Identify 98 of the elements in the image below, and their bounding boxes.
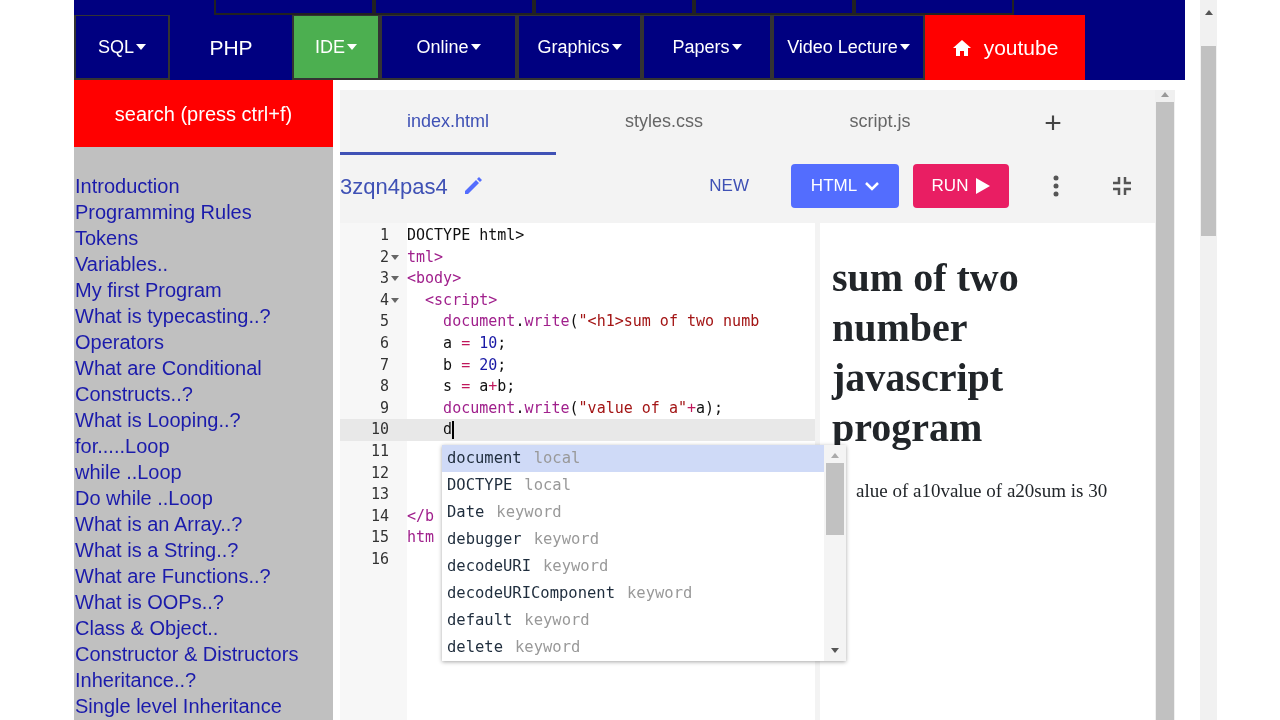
collapse-icon: [1112, 176, 1132, 196]
suggestion-item[interactable]: document local: [442, 445, 824, 472]
sidebar-link[interactable]: for.....Loop: [75, 433, 333, 459]
line-number: 7: [379, 354, 389, 376]
sidebar-link[interactable]: What is a String..?: [75, 537, 333, 563]
play-icon: [976, 178, 991, 194]
code-line: s = a+b;: [442, 377, 516, 396]
nav-menu-button[interactable]: Online: [380, 15, 517, 80]
suggestion-item[interactable]: delete keyword: [442, 634, 824, 661]
line-number: 11: [370, 440, 389, 462]
sidebar-link[interactable]: My first Program: [75, 277, 333, 303]
sidebar-link[interactable]: Programming Rules: [75, 199, 333, 225]
sidebar-link[interactable]: What is Looping..?: [75, 407, 333, 433]
code-line: b = 20;: [442, 355, 507, 374]
chevron-icon: [865, 181, 880, 191]
code-line: </b: [407, 506, 435, 525]
line-number: 13: [370, 484, 389, 506]
sidebar-link[interactable]: Introduction: [75, 173, 333, 199]
caret-icon: [470, 44, 481, 50]
preview-text: alue of a10value of a20sum is 30: [855, 479, 1109, 503]
run-button[interactable]: RUN: [913, 164, 1009, 208]
code-line: htm: [407, 528, 435, 547]
menu-button[interactable]: [534, 0, 694, 15]
sidebar-link[interactable]: Variables..: [75, 251, 333, 277]
more-icon: [1053, 175, 1059, 197]
caret-icon: [899, 44, 910, 50]
line-number: 6: [379, 332, 389, 354]
nav-menu-button[interactable]: SQL: [74, 15, 170, 80]
suggestion-item[interactable]: default keyword: [442, 607, 824, 634]
line-number: 3: [379, 268, 389, 290]
sidebar-link[interactable]: Operators: [75, 329, 333, 355]
sidebar-link[interactable]: What is OOPs..?: [75, 589, 333, 615]
code-line: <body>: [407, 269, 462, 288]
nav-menu-button[interactable]: Video Lecture: [772, 15, 925, 80]
caret-icon: [611, 44, 622, 50]
language-button[interactable]: HTML: [791, 164, 899, 208]
code-line: document.write("value of a"+a);: [442, 398, 724, 417]
line-number: 12: [370, 462, 389, 484]
file-tab[interactable]: styles.css: [556, 90, 772, 155]
scroll-down-icon[interactable]: [830, 647, 840, 655]
fold-icon[interactable]: [391, 254, 399, 260]
nav-menu-button[interactable]: youtube: [925, 15, 1085, 80]
line-number: 8: [379, 376, 389, 398]
suggestion-item[interactable]: debugger keyword: [442, 526, 824, 553]
add-tab-button[interactable]: +: [988, 90, 1118, 155]
scrollbar-thumb[interactable]: [826, 463, 844, 535]
scrollbar-thumb[interactable]: [1201, 46, 1216, 236]
code-line: a = 10;: [442, 333, 507, 352]
suggestion-item[interactable]: Date keyword: [442, 499, 824, 526]
suggestion-item[interactable]: decodeURI keyword: [442, 553, 824, 580]
line-number: 10: [370, 419, 389, 441]
code-line: d: [442, 420, 453, 439]
search-button[interactable]: search (press ctrl+f): [74, 80, 333, 147]
caret-icon: [136, 44, 146, 50]
code-line: tml>: [407, 247, 444, 266]
line-number: 16: [370, 548, 389, 570]
sidebar-link[interactable]: What are Functions..?: [75, 563, 333, 589]
preview-heading: sum of two number javascript program: [832, 254, 1020, 452]
menu-button[interactable]: [374, 0, 534, 15]
file-tab[interactable]: index.html: [340, 90, 556, 155]
line-number: 5: [379, 311, 389, 333]
sidebar-link[interactable]: Single level Inheritance: [75, 693, 333, 719]
line-number: 15: [370, 527, 389, 549]
code-line: DOCTYPE html>: [407, 226, 525, 244]
line-number: 2: [379, 246, 389, 268]
code-line: <script>: [424, 290, 498, 309]
fold-icon[interactable]: [391, 276, 399, 282]
sidebar-link[interactable]: What is an Array..?: [75, 511, 333, 537]
nav-menu-button[interactable]: Papers: [642, 15, 772, 80]
sidebar-link[interactable]: Constructor & Distructors: [75, 641, 333, 667]
menu-button[interactable]: [854, 0, 1014, 15]
file-tab[interactable]: script.js: [772, 90, 988, 155]
nav-menu-button[interactable]: Graphics: [517, 15, 642, 80]
line-number: 4: [379, 289, 389, 311]
suggestion-item[interactable]: DOCTYPE local: [442, 472, 824, 499]
line-number: 9: [379, 397, 389, 419]
sidebar-link[interactable]: Inheritance..?: [75, 667, 333, 693]
scroll-up-icon[interactable]: [1203, 8, 1214, 16]
menu-button[interactable]: [214, 0, 374, 15]
sidebar-link[interactable]: Tokens: [75, 225, 333, 251]
code-line: document.write("<h1>sum of two numb: [442, 312, 760, 331]
home-icon: [951, 38, 972, 57]
project-name: 3zqn4pas4: [340, 172, 448, 201]
sidebar-link[interactable]: What are Conditional Constructs..?: [75, 355, 333, 407]
new-button[interactable]: NEW: [703, 172, 755, 200]
caret-icon: [731, 44, 742, 50]
caret-icon: [347, 44, 357, 50]
scrollbar[interactable]: [1200, 0, 1217, 720]
line-number: 1: [379, 225, 389, 246]
sidebar-link[interactable]: Class & Object..: [75, 615, 333, 641]
sidebar-link[interactable]: Do while ..Loop: [75, 485, 333, 511]
line-number: 14: [370, 505, 389, 527]
fold-icon[interactable]: [391, 298, 399, 304]
sidebar-link[interactable]: while ..Loop: [75, 459, 333, 485]
menu-button[interactable]: [694, 0, 854, 15]
sidebar-link[interactable]: What is typecasting..?: [75, 303, 333, 329]
text-cursor: [452, 420, 455, 439]
suggestion-item[interactable]: decodeURIComponent keyword: [442, 580, 824, 607]
